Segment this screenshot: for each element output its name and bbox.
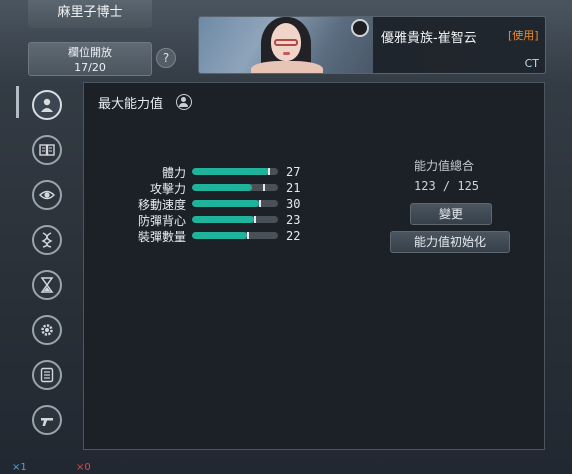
stat-bar-marker	[263, 184, 266, 191]
stat-bar-marker	[267, 168, 270, 175]
stat-bar-marker	[253, 216, 256, 223]
slot-label: 欄位開放	[68, 46, 112, 59]
stat-row: 移動速度 30	[104, 196, 314, 212]
user-icon	[41, 98, 53, 112]
panel-title: 最大能力值	[98, 97, 164, 112]
slot-count: 17/20	[74, 61, 106, 74]
sidebar-item-weapon[interactable]	[32, 405, 62, 435]
character-portrait	[199, 17, 373, 73]
sidebar-item-book[interactable]	[32, 135, 62, 165]
sidebar-item-hourglass[interactable]	[32, 270, 62, 300]
stats-panel: 最大能力值 體力 27 攻擊力 21 移動速度 30 防彈背心 23 裝彈數量 22 能力值總合 …	[83, 82, 545, 450]
list-icon	[40, 367, 54, 383]
eye-icon	[39, 190, 55, 200]
reset-stats-button[interactable]: 能力值初始化	[390, 231, 510, 253]
stat-value: 22	[286, 229, 301, 243]
stat-bar-marker	[247, 232, 250, 239]
stat-row: 攻擊力 21	[104, 180, 314, 196]
help-button[interactable]: ?	[156, 48, 176, 68]
stat-bar	[192, 168, 278, 175]
book-icon	[39, 144, 55, 156]
class-badge: CT	[524, 57, 539, 70]
sidebar-item-dna[interactable]	[32, 225, 62, 255]
character-banner[interactable]: 優雅貴族-崔智云 [使用] CT	[198, 16, 546, 74]
stat-row: 裝彈數量 22	[104, 228, 314, 244]
counter-a: ×1	[12, 462, 27, 473]
stat-label: 防彈背心	[137, 214, 186, 228]
stat-label: 體力	[161, 166, 186, 180]
stat-bar-marker	[259, 200, 262, 207]
hourglass-icon	[40, 277, 54, 293]
sidebar-item-settings[interactable]	[32, 315, 62, 345]
stat-bar	[192, 232, 278, 239]
change-button[interactable]: 變更	[410, 203, 492, 225]
slot-open-button[interactable]: 欄位開放 17/20	[28, 42, 152, 76]
stat-bar-fill	[192, 200, 260, 207]
character-name: 優雅貴族-崔智云	[381, 31, 477, 46]
total-label: 能力值總合	[414, 159, 475, 173]
stat-bar-fill	[192, 168, 270, 175]
stat-row: 防彈背心 23	[104, 212, 314, 228]
gun-icon	[41, 418, 53, 426]
stat-bar	[192, 200, 278, 207]
stat-bar-fill	[192, 232, 248, 239]
total-value: 123 / 125	[414, 179, 480, 193]
stat-value: 23	[286, 213, 301, 227]
stat-row: 體力 27	[104, 164, 314, 180]
status-badge: [使用]	[508, 29, 539, 42]
gear-icon	[41, 324, 53, 336]
user-icon	[176, 94, 192, 110]
stat-value: 21	[286, 181, 301, 195]
character-title: 麻里子博士	[28, 0, 152, 28]
stat-value: 27	[286, 165, 301, 179]
sidebar-item-list[interactable]	[32, 360, 62, 390]
footer-counters: ×1 ×0	[12, 462, 132, 474]
record-icon[interactable]	[351, 19, 369, 37]
sidebar-item-profile[interactable]	[32, 90, 62, 120]
sidebar-item-eye[interactable]	[32, 180, 62, 210]
stat-bar	[192, 184, 278, 191]
stat-label: 攻擊力	[149, 182, 186, 196]
stat-label: 裝彈數量	[137, 230, 186, 244]
stat-bar-fill	[192, 184, 253, 191]
counter-b: ×0	[76, 462, 91, 473]
active-indicator	[16, 86, 19, 118]
stat-value: 30	[286, 197, 301, 211]
stat-label: 移動速度	[137, 198, 186, 212]
dna-icon	[41, 232, 53, 248]
stat-bar-fill	[192, 216, 254, 223]
stat-bar	[192, 216, 278, 223]
sidebar	[16, 84, 76, 450]
